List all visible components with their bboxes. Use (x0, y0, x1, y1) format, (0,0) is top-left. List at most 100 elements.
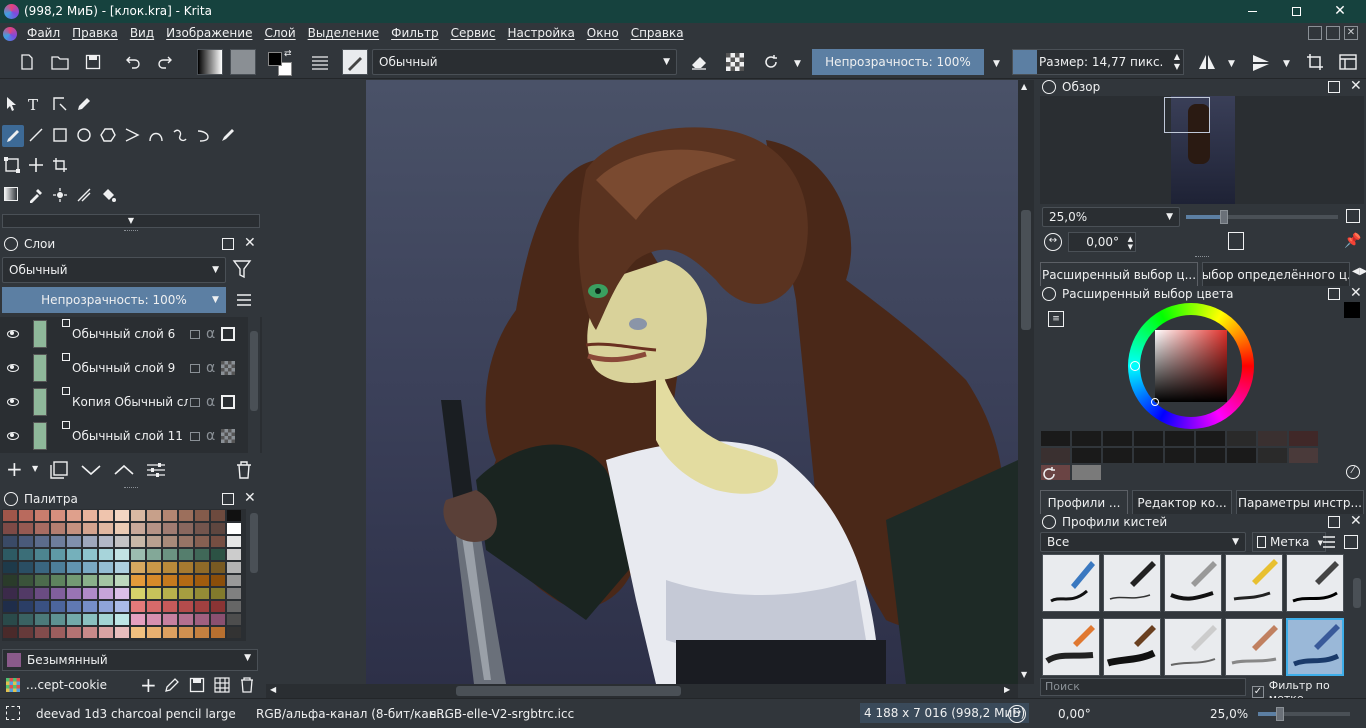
gradient-tool[interactable] (4, 187, 22, 205)
palette-swatch[interactable] (210, 587, 226, 600)
alpha-lock-icon[interactable]: α (206, 428, 215, 444)
palette-swatch[interactable] (82, 509, 98, 522)
palette-swatch[interactable] (146, 522, 162, 535)
mdi-restore-button[interactable] (1326, 26, 1340, 40)
palette-name-select[interactable]: Безымянный ▼ (2, 649, 258, 671)
palette-swatch[interactable] (226, 613, 242, 626)
brush-side-options-button[interactable] (1344, 535, 1358, 549)
add-layer-dropdown-icon[interactable]: ▼ (32, 464, 38, 473)
color-history-swatch[interactable] (1103, 448, 1132, 463)
palette-scroll-handle[interactable] (250, 513, 258, 573)
palette-swatch[interactable] (162, 561, 178, 574)
palette-swatch[interactable] (226, 587, 242, 600)
reload-dropdown-icon[interactable]: ▼ (794, 59, 801, 69)
close-panel-icon[interactable]: ✕ (244, 490, 256, 506)
palette-swatch[interactable] (226, 535, 242, 548)
menu-help[interactable]: Справка (625, 23, 690, 44)
palette-swatch[interactable] (178, 535, 194, 548)
palette-swatch[interactable] (130, 561, 146, 574)
zoom-slider[interactable] (1186, 210, 1338, 224)
palette-swatch[interactable] (82, 626, 98, 639)
palette-swatch[interactable] (114, 548, 130, 561)
color-picker-tool[interactable] (28, 187, 46, 205)
layer-row[interactable]: Обычный слой 9 α (0, 351, 246, 385)
line-tool[interactable] (28, 127, 46, 145)
blending-presets-button[interactable] (307, 49, 333, 75)
palette-swatch[interactable] (178, 509, 194, 522)
palette-swatch[interactable] (210, 626, 226, 639)
toolbox-collapse-bar[interactable]: ▼ (2, 214, 260, 228)
hue-handle[interactable] (1130, 361, 1140, 371)
palette-swatch[interactable] (162, 600, 178, 613)
palette-swatch[interactable] (162, 587, 178, 600)
palette-swatch[interactable] (226, 626, 242, 639)
palette-swatch[interactable] (162, 548, 178, 561)
palette-swatch[interactable] (18, 587, 34, 600)
layer-lock-icon[interactable] (190, 329, 200, 339)
delete-layer-button[interactable] (236, 461, 252, 479)
palette-swatch[interactable] (18, 548, 34, 561)
dock-splitter-grip[interactable] (1195, 256, 1209, 259)
palette-swatch[interactable] (98, 587, 114, 600)
palette-swatch[interactable] (50, 626, 66, 639)
lock-icon[interactable] (4, 237, 18, 251)
palette-swatch[interactable] (130, 574, 146, 587)
tab-scroll-icon[interactable]: ◀▶ (1352, 266, 1366, 277)
eraser-mode-button[interactable] (686, 49, 712, 75)
palette-swatch[interactable] (226, 522, 242, 535)
eye-icon[interactable] (7, 330, 19, 338)
palette-swatch[interactable] (210, 548, 226, 561)
palette-swatch[interactable] (34, 600, 50, 613)
mdi-close-button[interactable]: ✕ (1344, 26, 1358, 40)
layer-options-button[interactable] (236, 293, 252, 307)
layer-row[interactable]: Обычный слой 11 α (0, 419, 246, 453)
layer-properties-button[interactable] (146, 462, 166, 478)
palette-swatch[interactable] (82, 561, 98, 574)
minimize-button[interactable] (1242, 2, 1262, 20)
color-history-swatch[interactable] (1041, 431, 1070, 446)
freehand-brush-tool[interactable] (2, 125, 24, 147)
add-swatch-button[interactable]: + (140, 673, 157, 697)
brush-preset-thumbnail-button[interactable] (342, 49, 368, 75)
edit-shapes-tool[interactable] (52, 96, 70, 114)
palette-swatch[interactable] (114, 561, 130, 574)
color-history-swatch[interactable] (1289, 448, 1318, 463)
text-tool[interactable]: T (28, 96, 46, 114)
float-panel-icon[interactable] (222, 493, 234, 505)
status-rotation[interactable]: 0,00° (1058, 707, 1091, 721)
zoom-select[interactable]: 25,0% ▼ (1042, 207, 1180, 227)
color-history-swatch[interactable] (1165, 448, 1194, 463)
palette-swatch[interactable] (50, 600, 66, 613)
brush-preset-item[interactable] (1103, 554, 1161, 612)
brush-preset-scrollbar[interactable] (1350, 554, 1364, 678)
duplicate-layer-button[interactable] (50, 461, 68, 479)
eye-icon[interactable] (7, 432, 19, 440)
scroll-right-icon[interactable]: ▶ (1004, 685, 1010, 694)
reload-preset-button[interactable] (758, 49, 784, 75)
palette-swatch[interactable] (18, 509, 34, 522)
palette-swatch[interactable] (194, 600, 210, 613)
scroll-left-icon[interactable]: ◀ (270, 685, 276, 694)
palette-swatch[interactable] (2, 574, 18, 587)
close-window-button[interactable]: ✕ (1330, 2, 1350, 20)
clear-history-button[interactable]: ⁄ (1346, 465, 1360, 479)
palette-swatch[interactable] (178, 587, 194, 600)
opacity-dropdown-icon[interactable]: ▼ (993, 59, 1000, 69)
palette-swatch[interactable] (114, 626, 130, 639)
palette-swatch[interactable] (194, 509, 210, 522)
move-layer-down-button[interactable] (80, 463, 102, 477)
color-history-swatch[interactable] (1041, 448, 1070, 463)
status-zoom-handle[interactable] (1276, 707, 1284, 721)
palette-swatch[interactable] (98, 548, 114, 561)
palette-swatch[interactable] (34, 587, 50, 600)
palette-scrollbar[interactable] (248, 509, 260, 641)
color-history-swatch[interactable] (1072, 465, 1101, 480)
palette-swatch[interactable] (194, 626, 210, 639)
saturation-value-square[interactable] (1155, 330, 1227, 402)
layer-list-scroll-handle[interactable] (250, 331, 258, 411)
palette-swatch[interactable] (226, 574, 242, 587)
hue-ring[interactable] (1128, 303, 1254, 429)
brush-preset-item[interactable] (1164, 618, 1222, 676)
mirror-vertical-dropdown-icon[interactable]: ▼ (1283, 59, 1290, 69)
palette-swatch[interactable] (66, 626, 82, 639)
